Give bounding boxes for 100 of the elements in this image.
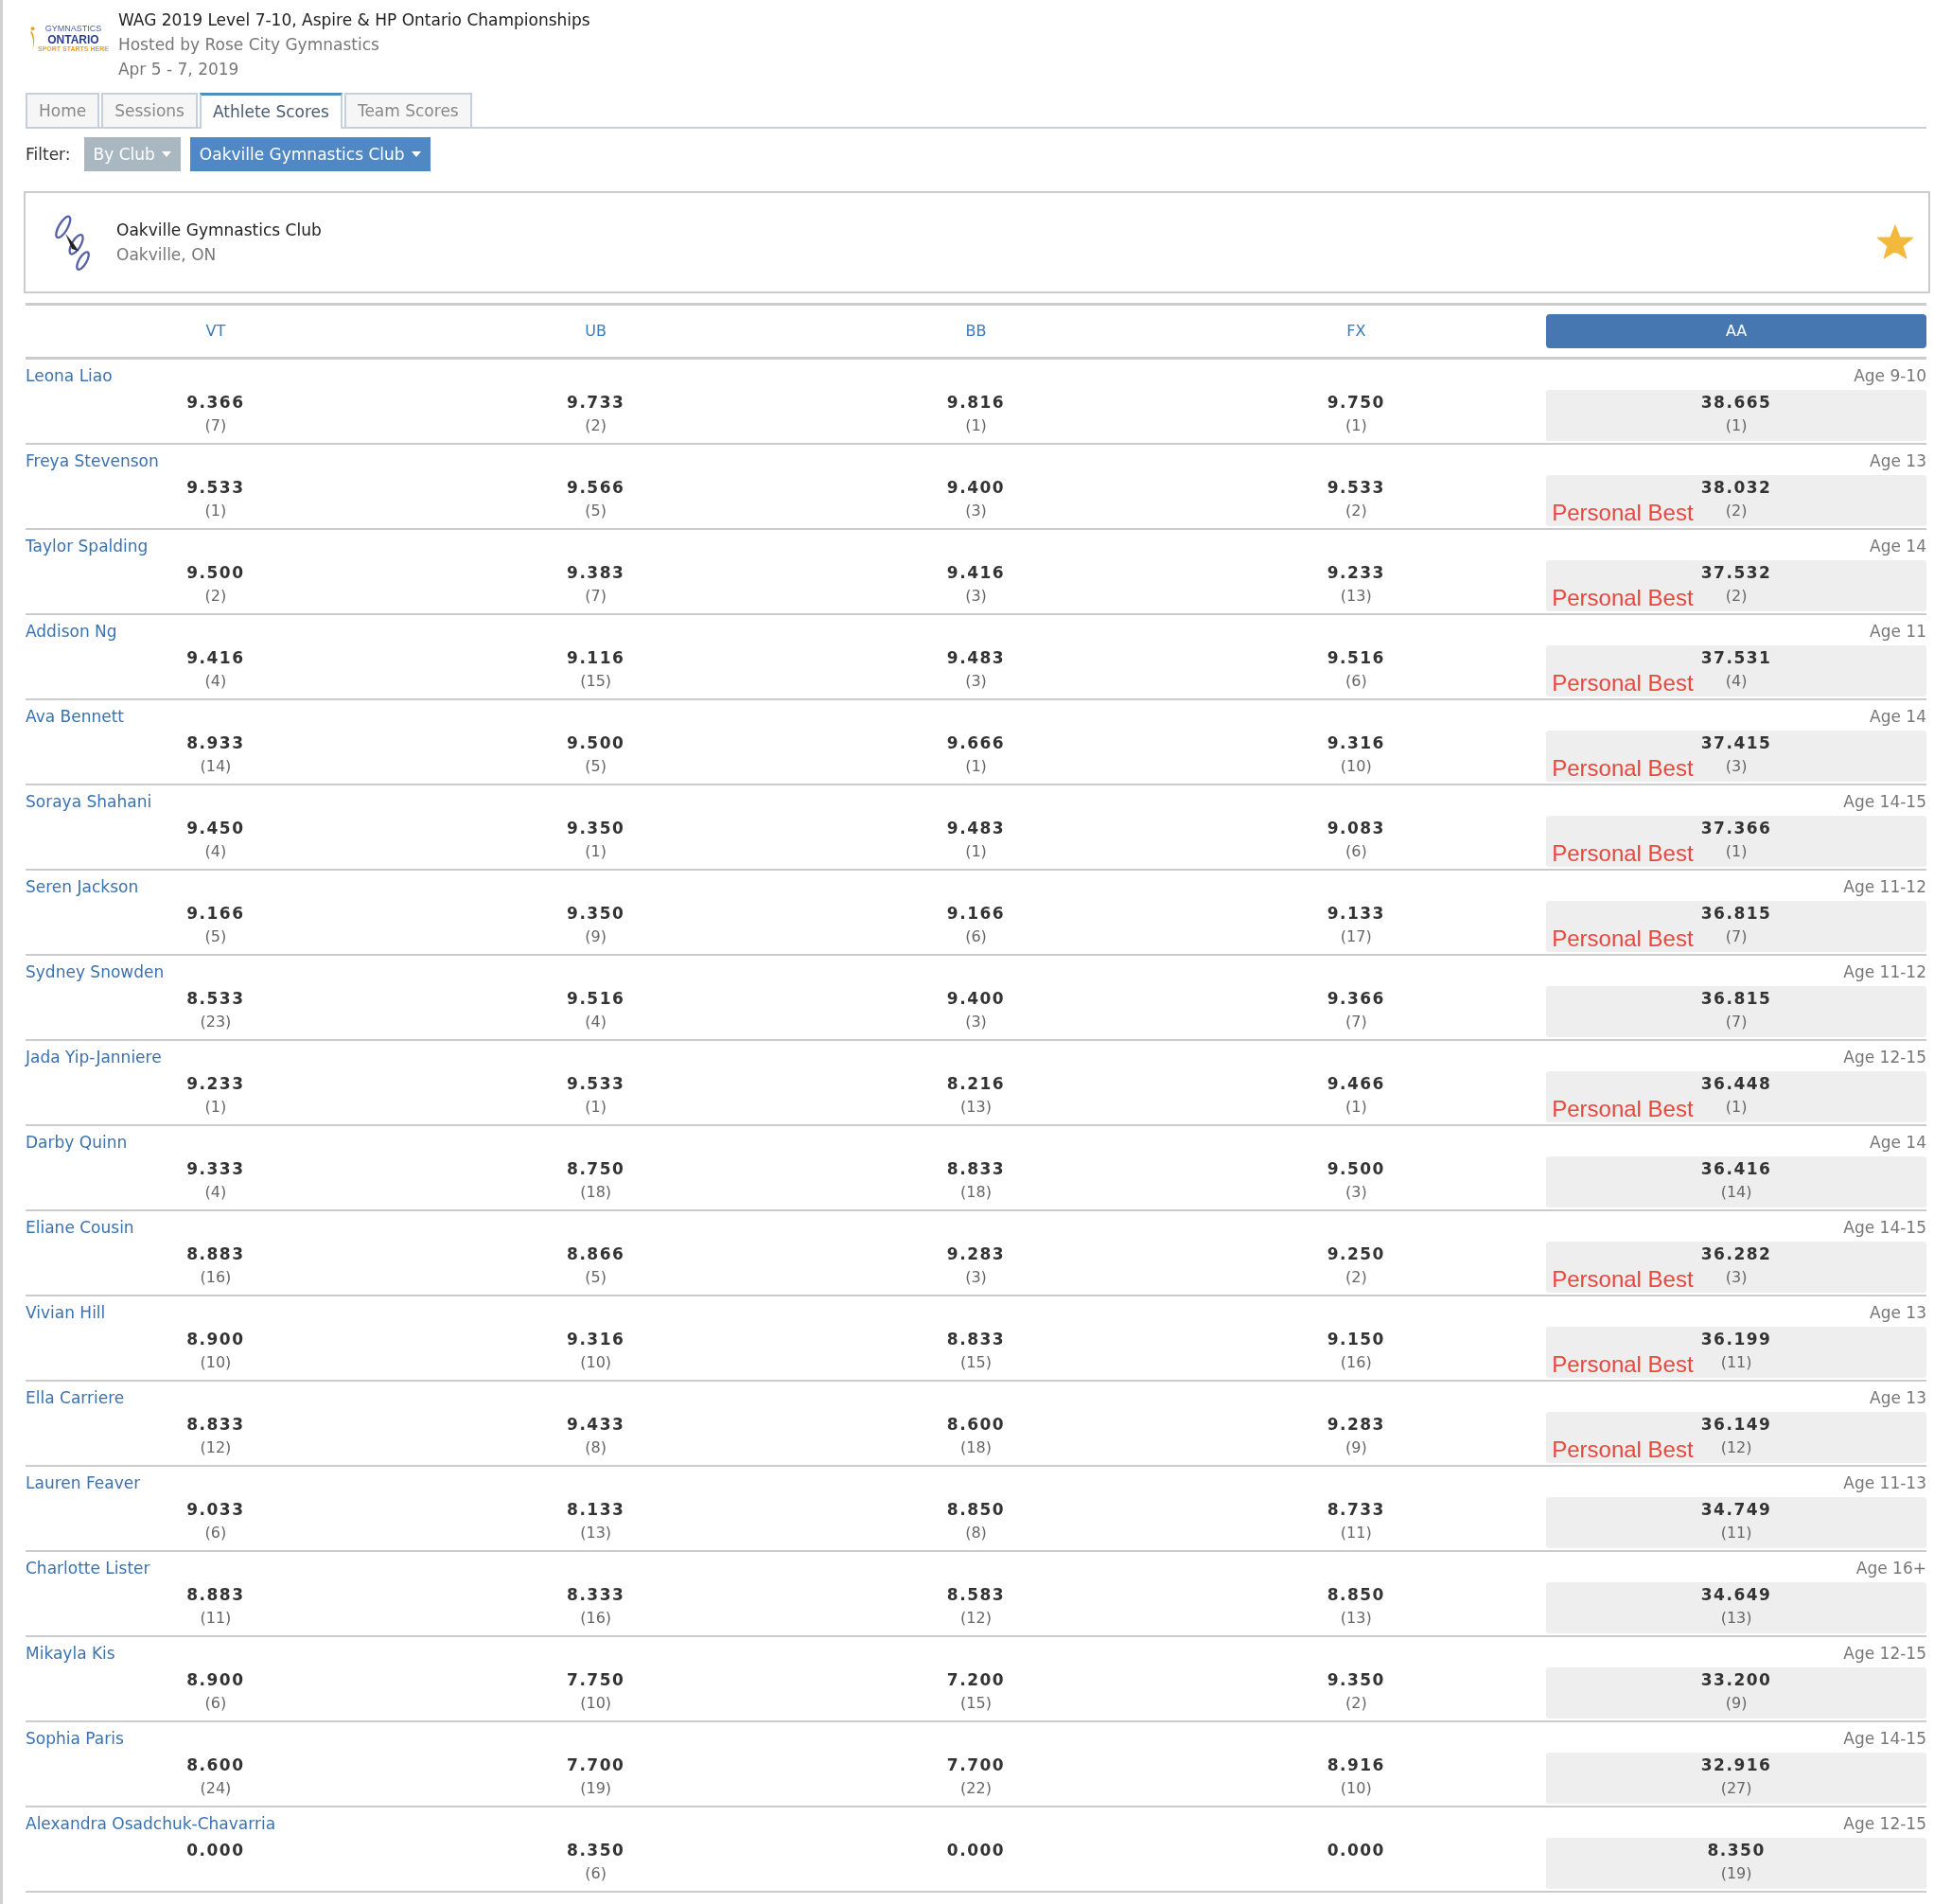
athlete-name-link[interactable]: Ava Bennett [26, 707, 124, 726]
rank: (9) [1345, 1437, 1367, 1458]
score: 38.665 [1700, 392, 1772, 414]
event-column-tab[interactable]: AA [1546, 314, 1926, 348]
score: 36.416 [1700, 1158, 1772, 1180]
score: 9.150 [1327, 1329, 1385, 1350]
athlete-name-link[interactable]: Freya Stevenson [26, 451, 159, 470]
event-dates: Apr 5 - 7, 2019 [117, 59, 240, 80]
age-group: Age 16+ [1855, 1559, 1926, 1578]
athlete-name-link[interactable]: Charlotte Lister [26, 1559, 150, 1578]
age-group: Age 14 [1870, 537, 1926, 555]
age-group: Age 12-15 [1843, 1814, 1926, 1833]
club-location: Oakville, ON [116, 244, 218, 266]
caret-icon [161, 151, 171, 157]
score: 38.032 [1700, 477, 1772, 499]
athlete-name-link[interactable]: Sydney Snowden [26, 962, 165, 981]
personal-best-label: Personal Best [1552, 585, 1694, 611]
rank: (2) [1725, 501, 1748, 521]
score: 8.850 [1327, 1584, 1385, 1606]
personal-best-label: Personal Best [1552, 670, 1694, 696]
rank: (11) [1720, 1523, 1752, 1543]
athlete-name-link[interactable]: Addison Ng [26, 622, 117, 641]
rank: (1) [1725, 1097, 1748, 1118]
rank: (14) [1720, 1182, 1752, 1203]
score: 9.750 [1327, 392, 1385, 414]
score: 37.415 [1700, 732, 1772, 754]
logo-text: GYMNASTICS [44, 25, 102, 34]
athlete-name-link[interactable]: Ella Carriere [26, 1388, 125, 1407]
age-group: Age 12-15 [1843, 1048, 1926, 1067]
rank: (1) [204, 501, 227, 521]
rank: (12) [1720, 1437, 1752, 1458]
athlete-name-link[interactable]: Mikayla Kis [26, 1644, 115, 1663]
rank: (1) [965, 415, 987, 436]
tab[interactable]: Team Scores [343, 93, 472, 127]
age-group: Age 14-15 [1843, 792, 1926, 811]
score: 33.200 [1700, 1669, 1772, 1691]
personal-best-label: Personal Best [1552, 1437, 1694, 1463]
personal-best-label: Personal Best [1552, 1266, 1694, 1293]
score: 8.350 [567, 1840, 625, 1861]
rank: (10) [1340, 1778, 1372, 1799]
rank: (22) [960, 1778, 992, 1799]
rank: (13) [1720, 1608, 1752, 1629]
score: 8.833 [946, 1329, 1006, 1350]
rank: (7) [204, 415, 227, 436]
tab[interactable]: Sessions [101, 93, 198, 127]
score: 0.000 [186, 1840, 245, 1861]
athlete-name-link[interactable]: Vivian Hill [26, 1303, 106, 1322]
event-column-tab[interactable]: UB [585, 314, 607, 348]
rank: (18) [960, 1182, 992, 1203]
score: 9.350 [1327, 1669, 1385, 1691]
rank: (7) [1725, 926, 1748, 947]
score: 8.533 [186, 988, 245, 1010]
score: 9.666 [946, 732, 1006, 754]
rank: (18) [960, 1437, 992, 1458]
score: 7.700 [946, 1754, 1006, 1776]
event-column-tab[interactable]: VT [205, 314, 226, 348]
rank: (5) [585, 1267, 607, 1288]
rank: (5) [585, 756, 607, 777]
athlete-name-link[interactable]: Leona Liao [26, 366, 113, 385]
rank: (2) [1345, 1693, 1367, 1714]
rank: (11) [1720, 1352, 1752, 1373]
athlete-name-link[interactable]: Alexandra Osadchuk-Chavarria [26, 1814, 276, 1833]
favorite-star-icon[interactable] [1877, 224, 1913, 260]
event-column-tab[interactable]: BB [965, 314, 987, 348]
rank: (4) [585, 1012, 607, 1032]
score: 9.316 [567, 1329, 625, 1350]
score: 9.250 [1327, 1243, 1385, 1265]
athlete-name-link[interactable]: Taylor Spalding [26, 537, 149, 555]
rank: (11) [200, 1608, 232, 1629]
score: 9.366 [186, 392, 245, 414]
event-column-tab[interactable]: FX [1346, 314, 1366, 348]
filter-dropdown[interactable]: Oakville Gymnastics Club [189, 137, 431, 171]
rank: (10) [580, 1693, 612, 1714]
rank: (2) [204, 586, 227, 607]
rank: (1) [1345, 415, 1367, 436]
score: 9.533 [567, 1073, 625, 1095]
rank: (15) [580, 671, 612, 692]
score: 9.166 [186, 903, 245, 925]
score: 9.566 [567, 477, 625, 499]
tab[interactable]: Home [26, 93, 100, 127]
age-group: Age 13 [1870, 1303, 1926, 1322]
athlete-name-link[interactable]: Soraya Shahani [26, 792, 152, 811]
athlete-name-link[interactable]: Darby Quinn [26, 1133, 128, 1152]
athlete-name-link[interactable]: Lauren Feaver [26, 1473, 141, 1492]
score: 9.083 [1327, 818, 1385, 839]
rank: (27) [1720, 1778, 1752, 1799]
tab[interactable]: Athlete Scores [199, 93, 343, 129]
athlete-name-link[interactable]: Seren Jackson [26, 877, 139, 896]
score: 0.000 [946, 1840, 1006, 1861]
rank: (9) [1725, 1693, 1748, 1714]
athlete-name-link[interactable]: Sophia Paris [26, 1729, 124, 1748]
rank: (1) [1345, 1097, 1367, 1118]
score: 8.833 [186, 1414, 245, 1436]
athlete-name-link[interactable]: Jada Yip-Janniere [26, 1048, 162, 1067]
score: 9.283 [946, 1243, 1006, 1265]
score: 9.450 [186, 818, 245, 839]
rank: (15) [960, 1693, 992, 1714]
rank: (6) [1345, 671, 1367, 692]
rank: (16) [1340, 1352, 1372, 1373]
athlete-name-link[interactable]: Eliane Cousin [26, 1218, 134, 1237]
